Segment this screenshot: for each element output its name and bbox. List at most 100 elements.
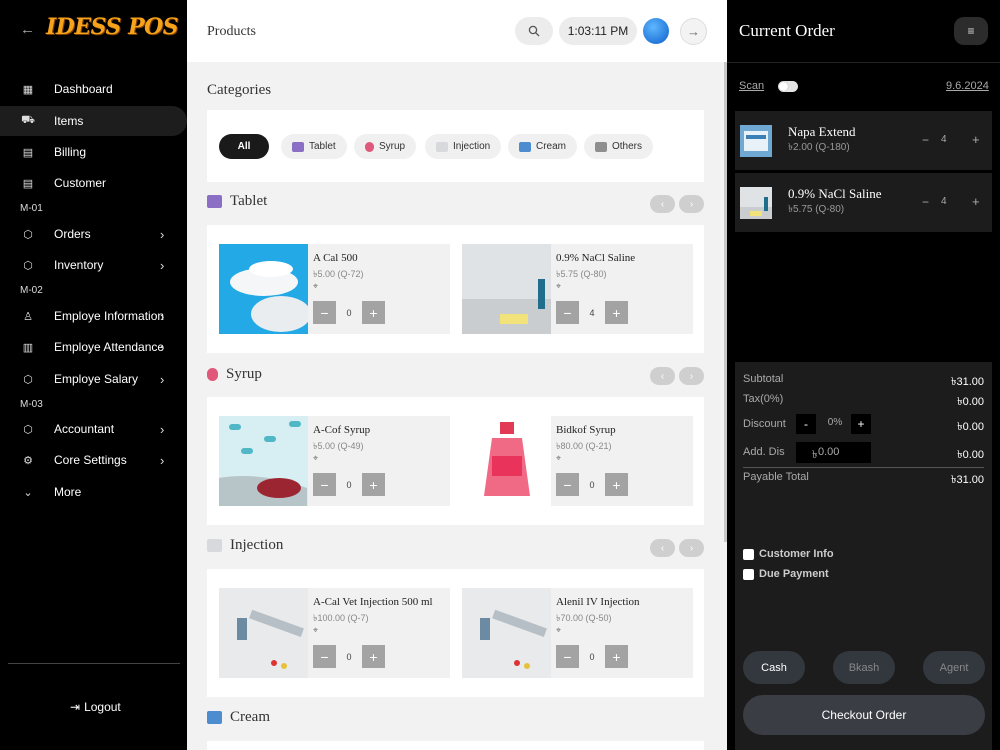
product-card[interactable]: 0.9% NaCl Saline ৳5.75 (Q-80) ⌖ − 4 + — [462, 244, 693, 334]
chevron-right-icon: › — [160, 339, 165, 355]
product-card[interactable]: A-Cof Syrup ৳5.00 (Q-49) ⌖ − 0 + — [219, 416, 450, 506]
product-card[interactable]: Bidkof Syrup ৳80.00 (Q-21) ⌖ − 0 + — [462, 416, 693, 506]
increase-qty-button[interactable]: + — [972, 194, 980, 209]
sidebar-item-dashboard[interactable]: ▦ Dashboard — [0, 74, 187, 104]
sidebar-item-employe-information[interactable]: ♙ Employe Information › — [0, 301, 187, 331]
pay-agent-button[interactable]: Agent — [923, 651, 985, 684]
increase-qty-button[interactable]: + — [362, 473, 385, 496]
product-price: ৳5.75 (Q-80) — [556, 269, 607, 279]
decrease-qty-button[interactable]: − — [922, 133, 929, 147]
product-name: A-Cof Syrup — [313, 424, 371, 436]
category-chip-cream[interactable]: Cream — [508, 134, 578, 159]
product-qty: 0 — [589, 479, 595, 490]
product-price: ৳80.00 (Q-21) — [556, 441, 612, 451]
add-dis-input[interactable]: ৳ 0.00 — [796, 442, 871, 463]
sidebar-item-employe-salary[interactable]: ⬡ Employe Salary › — [0, 364, 187, 394]
checkbox-box[interactable] — [743, 568, 754, 580]
tax-row: Tax(0%) ৳0.00 — [743, 390, 984, 408]
sidebar-item-items[interactable]: ⛟ Items — [0, 106, 187, 136]
product-card[interactable]: A Cal 500 ৳5.00 (Q-72) ⌖ − 0 + — [219, 244, 450, 334]
increase-qty-button[interactable]: + — [362, 645, 385, 668]
product-card[interactable]: A-Cal Vet Injection 500 ml ৳100.00 (Q-7)… — [219, 588, 450, 678]
logout-button[interactable]: ⇥ Logout — [70, 700, 121, 714]
location-pin-icon: ⌖ — [313, 281, 319, 291]
next-page-button[interactable]: › — [679, 195, 704, 213]
order-date[interactable]: 9.6.2024 — [946, 80, 989, 92]
prev-page-button[interactable]: ‹ — [650, 367, 675, 385]
category-chip-injection[interactable]: Injection — [425, 134, 502, 159]
sidebar-item-employe-attendance[interactable]: ▥ Employe Attendance › — [0, 332, 187, 362]
decrease-qty-button[interactable]: − — [313, 473, 336, 496]
sidebar-item-customer[interactable]: ▤ Customer — [0, 168, 187, 198]
category-chip-tablet[interactable]: Tablet — [281, 134, 347, 159]
scan-link[interactable]: Scan — [739, 80, 764, 92]
currency-symbol: ৳ — [812, 449, 818, 461]
sidebar-item-core-settings[interactable]: ⚙ Core Settings › — [0, 445, 187, 475]
decrease-qty-button[interactable]: − — [556, 645, 579, 668]
decrease-qty-button[interactable]: − — [922, 195, 929, 209]
pay-cash-button[interactable]: Cash — [743, 651, 805, 684]
sidebar-item-label: Accountant — [54, 422, 115, 436]
logout-icon: ⇥ — [70, 700, 81, 714]
sidebar-item-accountant[interactable]: ⬡ Accountant › — [0, 414, 187, 444]
product-section-tablet: A Cal 500 ৳5.00 (Q-72) ⌖ − 0 + 0.9% NaCl… — [207, 225, 704, 353]
scan-toggle[interactable] — [778, 81, 798, 92]
increase-qty-button[interactable]: + — [972, 132, 980, 147]
sidebar-item-orders[interactable]: ⬡ Orders › — [0, 219, 187, 249]
due-payment-checkbox[interactable]: Due Payment — [743, 568, 829, 580]
order-item-name: Napa Extend — [788, 124, 856, 139]
location-pin-icon: ⌖ — [556, 453, 562, 463]
main-content: Products 1:03:11 PM → Categories All Tab… — [187, 0, 727, 750]
prev-page-button[interactable]: ‹ — [650, 195, 675, 213]
dashboard-icon: ▦ — [22, 83, 34, 96]
decrease-qty-button[interactable]: − — [556, 301, 579, 324]
decrease-qty-button[interactable]: − — [313, 645, 336, 668]
chevron-right-icon: › — [160, 226, 165, 242]
discount-increase-button[interactable]: + — [851, 414, 871, 434]
sidebar-item-inventory[interactable]: ⬡ Inventory › — [0, 250, 187, 280]
back-arrow-icon[interactable]: ← — [20, 21, 35, 38]
language-globe-icon[interactable] — [643, 18, 669, 44]
product-qty: 0 — [346, 651, 352, 662]
page-title: Products — [207, 24, 256, 39]
order-item-price: ৳2.00 (Q-180) — [788, 142, 850, 153]
prev-page-button[interactable]: ‹ — [650, 539, 675, 557]
product-image — [462, 416, 551, 506]
clock-display: 1:03:11 PM — [559, 17, 637, 45]
category-chip-syrup[interactable]: Syrup — [354, 134, 417, 159]
section-title-label: Cream — [230, 709, 270, 725]
chevron-right-icon: › — [160, 257, 165, 273]
tablet-icon — [292, 141, 304, 152]
category-chip-all[interactable]: All — [219, 134, 269, 159]
pay-bkash-button[interactable]: Bkash — [833, 651, 895, 684]
checkout-button[interactable]: Checkout Order — [743, 695, 985, 735]
category-chip-others[interactable]: Others — [584, 134, 654, 159]
increase-qty-button[interactable]: + — [605, 473, 628, 496]
order-title: Current Order — [739, 21, 835, 40]
box-icon: ⬡ — [23, 259, 33, 272]
discount-decrease-button[interactable]: - — [796, 414, 816, 434]
arrow-right-icon[interactable]: → — [680, 18, 707, 45]
increase-qty-button[interactable]: + — [605, 301, 628, 324]
checkbox-box[interactable] — [743, 548, 754, 560]
clear-order-button[interactable]: ≡ — [954, 17, 988, 45]
syrup-icon — [365, 141, 374, 152]
next-page-button[interactable]: › — [679, 367, 704, 385]
product-price: ৳5.00 (Q-72) — [313, 269, 364, 279]
cream-icon — [207, 711, 222, 724]
subtotal-row: Subtotal ৳31.00 — [743, 370, 984, 388]
sidebar-item-label: Items — [54, 114, 84, 128]
sidebar-item-billing[interactable]: ▤ Billing — [0, 137, 187, 167]
increase-qty-button[interactable]: + — [362, 301, 385, 324]
product-name: Bidkof Syrup — [556, 424, 616, 436]
search-button[interactable] — [515, 17, 553, 45]
next-page-button[interactable]: › — [679, 539, 704, 557]
decrease-qty-button[interactable]: − — [313, 301, 336, 324]
customer-info-checkbox[interactable]: Customer Info — [743, 548, 834, 560]
increase-qty-button[interactable]: + — [605, 645, 628, 668]
customer-icon: ▤ — [22, 177, 34, 190]
decrease-qty-button[interactable]: − — [556, 473, 579, 496]
others-icon — [595, 141, 607, 152]
sidebar-item-more[interactable]: ⌄ More — [0, 477, 187, 507]
product-card[interactable]: Alenil IV Injection ৳70.00 (Q-50) ⌖ − 0 … — [462, 588, 693, 678]
